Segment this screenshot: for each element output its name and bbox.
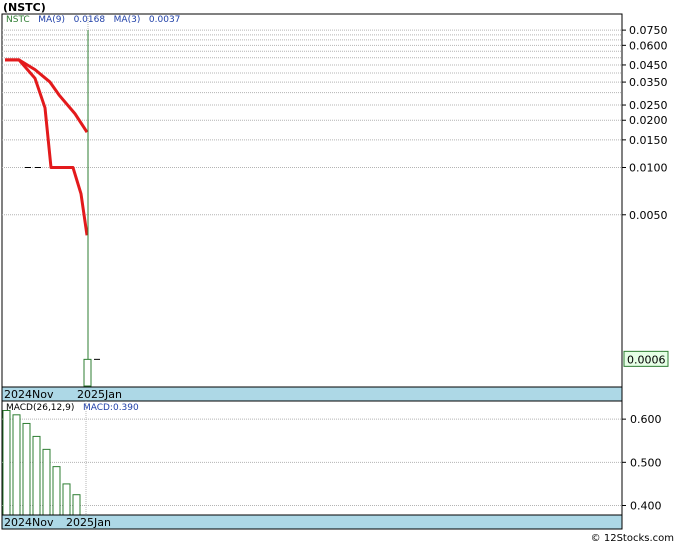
y-tick-label: 0.0250	[629, 99, 668, 112]
y-tick-label: 0.0100	[629, 162, 668, 175]
price-plot-frame	[1, 13, 623, 388]
macd-y-tick-label: 0.600	[630, 413, 662, 426]
macd-value: MACD:0.390	[82, 403, 139, 413]
macd-bar	[2, 410, 11, 516]
macd-bar	[42, 448, 51, 516]
macd-bar	[22, 422, 31, 516]
macd-label: MACD(26,12,9)	[6, 403, 75, 413]
y-tick-label: 0.0200	[629, 114, 668, 127]
macd-bar	[72, 494, 81, 516]
x-tick-label: 2025Jan	[77, 388, 122, 401]
macd-bar	[12, 414, 21, 516]
y-tick-label: 0.0350	[629, 76, 668, 89]
price-legend: NSTC MA(9) 0.0168 MA(3) 0.0037	[6, 15, 180, 25]
macd-panel: 0.600 0.500 0.400 2024Nov 2025Jan	[1, 400, 662, 530]
credit: © 12Stocks.com	[590, 533, 674, 544]
macd-y-tick-label: 0.400	[630, 500, 662, 513]
macd-bar	[62, 483, 71, 516]
legend-ma3-label: MA(3)	[113, 15, 141, 25]
chart-canvas: 0.0750 0.0600 0.0450 0.0350 0.0250 0.0200 0.01…	[1, 13, 669, 530]
y-tick-label: 0.0150	[629, 134, 668, 147]
legend-ma9-value: 0.0168	[73, 15, 106, 25]
macd-plot-frame	[1, 400, 623, 516]
y-tick-label: 0.0600	[629, 39, 668, 52]
legend-ma9-label: MA(9)	[38, 15, 65, 25]
macd-y-tick-label: 0.500	[630, 456, 662, 469]
macd-bar	[52, 466, 61, 516]
y-tick-label: 0.0450	[629, 59, 668, 72]
macd-x-tick-label: 2025Jan	[66, 516, 111, 529]
macd-bar	[32, 435, 41, 516]
y-tick-label: 0.0050	[629, 209, 668, 222]
legend-symbol: NSTC	[6, 15, 30, 25]
macd-legend: MACD(26,12,9) MACD:0.390	[6, 403, 139, 413]
legend-ma3-value: 0.0037	[148, 15, 181, 25]
y-tick-label: 0.0750	[629, 24, 668, 37]
candle-body	[83, 358, 92, 387]
macd-x-tick-label: 2024Nov	[4, 516, 54, 529]
last-price-label: 0.0006	[627, 353, 666, 366]
x-tick-label: 2024Nov	[4, 388, 54, 401]
chart-title: (NSTC)	[3, 1, 46, 14]
price-panel: 0.0750 0.0600 0.0450 0.0350 0.0250 0.0200 0.01…	[1, 13, 669, 402]
